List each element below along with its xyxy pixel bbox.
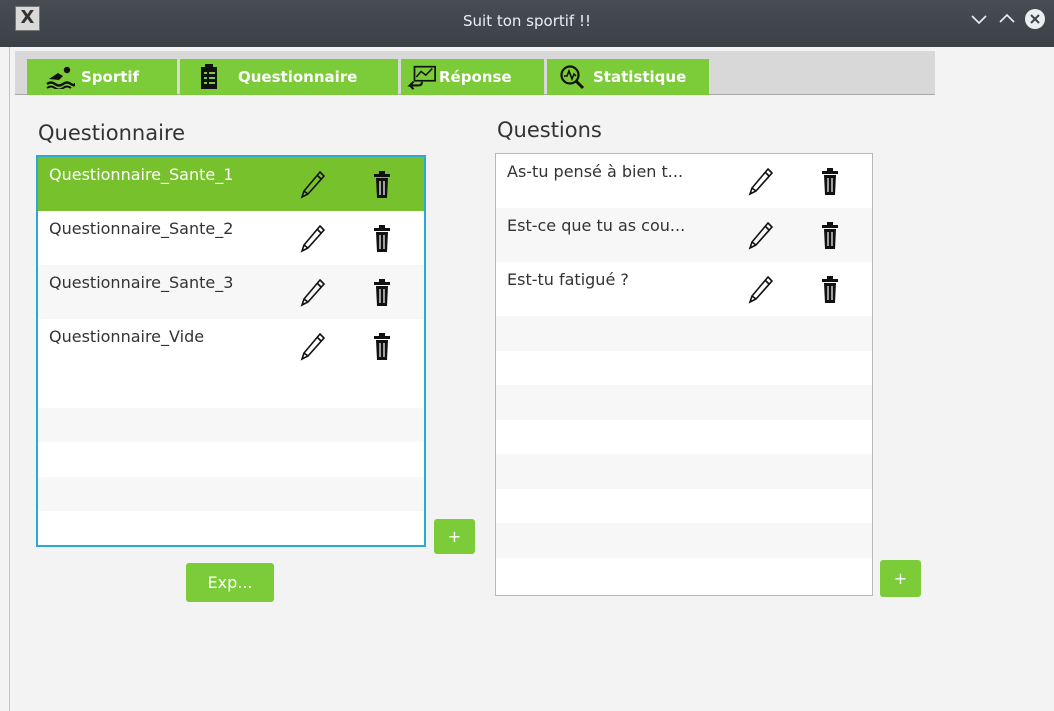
minimize-icon[interactable] [968,8,990,30]
list-item[interactable]: Questionnaire_Sante_3 [38,265,424,319]
list-item[interactable]: Questionnaire_Sante_1 [38,157,424,211]
empty-row [496,523,872,558]
question-item-label: Est-tu fatigué ? [507,270,629,289]
application-window: X Suit ton sportif !! Sportif Questionna… [0,0,1054,711]
trash-icon[interactable] [371,278,397,308]
question-item-label: As-tu pensé à bien t... [507,162,684,181]
trash-icon[interactable] [371,332,397,362]
empty-row [496,385,872,420]
pencil-icon[interactable] [748,221,774,251]
questionnaire-list[interactable]: Questionnaire_Sante_1 Questionnaire_Sant… [36,155,426,547]
tab-reponse[interactable]: Réponse [401,59,544,95]
trash-icon[interactable] [819,275,845,305]
pencil-icon[interactable] [300,170,326,200]
pencil-icon[interactable] [300,224,326,254]
trash-icon[interactable] [819,167,845,197]
list-item[interactable]: Est-ce que tu as cou... [496,208,872,262]
question-list[interactable]: As-tu pensé à bien t... Est-ce que tu as… [495,153,873,596]
list-item[interactable]: As-tu pensé à bien t... [496,154,872,208]
questionnaire-item-label: Questionnaire_Sante_1 [49,165,234,184]
empty-row [38,476,424,511]
empty-row [496,351,872,386]
tab-questionnaire-label: Questionnaire [238,68,358,86]
clipboard-icon [194,64,224,90]
magnifier-chart-icon [557,64,587,90]
window-left-border [9,47,10,711]
swimmer-icon [45,64,75,90]
add-questionnaire-button[interactable]: + [434,519,475,554]
tab-bar: Sportif Questionnaire Réponse Statistiqu… [15,51,935,95]
list-item[interactable]: Questionnaire_Sante_2 [38,211,424,265]
questions-section-title: Questions [497,118,602,142]
tab-statistique-label: Statistique [593,68,687,86]
empty-row [496,454,872,489]
empty-row [38,511,424,545]
empty-row [496,420,872,455]
reply-chart-icon [407,64,437,90]
pencil-icon[interactable] [300,278,326,308]
empty-row [38,442,424,477]
questionnaire-item-label: Questionnaire_Sante_3 [49,273,234,292]
maximize-icon[interactable] [996,8,1018,30]
empty-row [38,373,424,408]
trash-icon[interactable] [371,170,397,200]
pencil-icon[interactable] [748,167,774,197]
pencil-icon[interactable] [748,275,774,305]
questionnaire-section-title: Questionnaire [38,121,186,145]
pencil-icon[interactable] [300,332,326,362]
trash-icon[interactable] [371,224,397,254]
trash-icon[interactable] [819,221,845,251]
tab-reponse-label: Réponse [439,68,512,86]
title-bar[interactable]: X Suit ton sportif !! [0,0,1054,47]
list-item[interactable]: Est-tu fatigué ? [496,262,872,316]
window-title: Suit ton sportif !! [463,12,591,30]
close-icon[interactable] [1024,8,1046,30]
list-item[interactable]: Questionnaire_Vide [38,319,424,373]
export-button[interactable]: Exp... [186,563,274,602]
tab-sportif-label: Sportif [81,68,140,86]
add-question-button[interactable]: + [880,560,921,597]
tab-questionnaire[interactable]: Questionnaire [180,59,398,95]
tab-statistique[interactable]: Statistique [547,59,709,95]
questionnaire-item-label: Questionnaire_Vide [49,327,205,346]
empty-row [38,407,424,442]
question-item-label: Est-ce que tu as cou... [507,216,686,235]
empty-row [496,558,872,593]
empty-row [496,316,872,351]
empty-row [496,489,872,524]
tab-sportif[interactable]: Sportif [27,59,177,95]
questionnaire-item-label: Questionnaire_Sante_2 [49,219,234,238]
